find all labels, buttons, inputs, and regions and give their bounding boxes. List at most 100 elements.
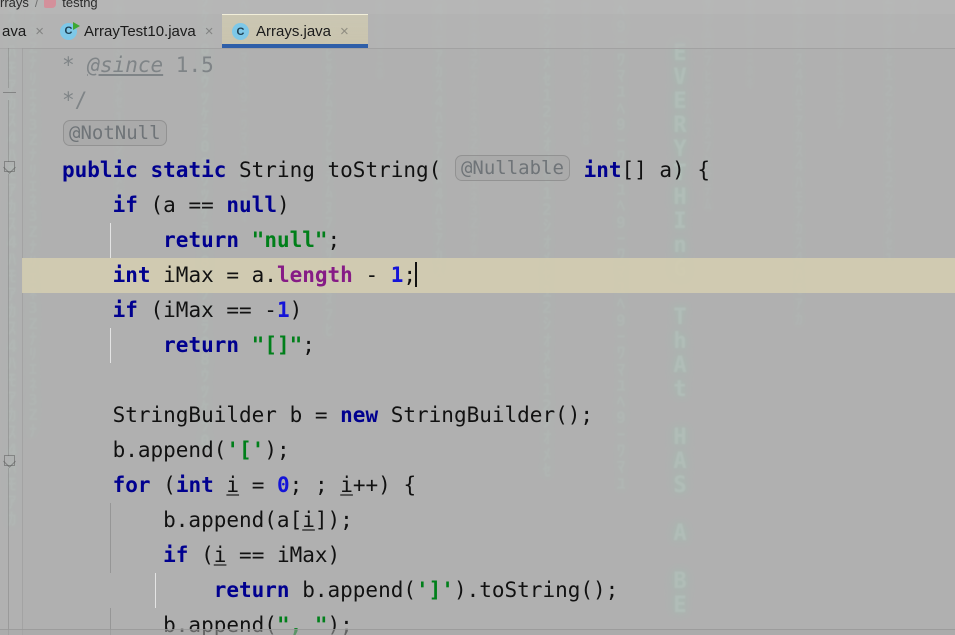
editor-tab-0-label: ava <box>2 22 27 40</box>
code-token: == iMax) <box>226 543 341 567</box>
code-token-cmt: */ <box>62 88 88 112</box>
code-token: b.append(a[ <box>62 508 303 532</box>
breadcrumb[interactable]: rrays / testng <box>0 0 955 14</box>
indent-guide <box>110 328 111 363</box>
fold-expand-icon[interactable] <box>3 160 16 174</box>
code-line[interactable]: if (iMax == -1) <box>22 293 955 328</box>
ide-window: ﾊ ﾓ ｱ ｶ ｽ 4 ﾊ ﾓ ｱ ｶ ｽ 4 ﾊ ﾓ ｱ ｶ ｽ 4 ﾊ ﾓ … <box>0 0 955 635</box>
breadcrumb-item-1[interactable]: testng <box>62 0 97 10</box>
code-token-num: 1 <box>390 263 404 287</box>
code-line-caret[interactable]: int iMax = a.length - 1; <box>22 258 955 293</box>
code-token: ]); <box>314 508 353 532</box>
fold-expand-icon[interactable] <box>3 454 16 468</box>
code-token-str: "[]" <box>251 333 303 357</box>
editor-tab-bar[interactable]: C ava × C ArrayTest10.java × C Arrays.ja… <box>0 14 955 49</box>
code-token-fld: length <box>276 263 353 287</box>
fold-collapse-icon[interactable] <box>3 86 16 99</box>
gutter-rule <box>8 100 9 162</box>
code-token: b.append( <box>289 578 417 602</box>
code-token-kw: public <box>62 158 138 182</box>
code-token-str: ']' <box>416 578 454 602</box>
gutter-rule <box>8 468 9 635</box>
code-token-kw: if <box>112 298 138 322</box>
code-token: ) <box>276 193 290 217</box>
close-icon[interactable]: × <box>340 24 349 39</box>
code-token-ident-u: i <box>340 473 353 497</box>
close-icon[interactable]: × <box>35 24 44 39</box>
text-caret <box>415 262 418 287</box>
code-token: ; <box>327 228 341 252</box>
code-line[interactable]: if (i == iMax) <box>22 538 955 573</box>
indent-guide <box>110 223 111 258</box>
indent-guide <box>110 538 111 573</box>
code-line[interactable]: b.append('['); <box>22 433 955 468</box>
code-line[interactable]: for (int i = 0; ; i++) { <box>22 468 955 503</box>
editor-gutter[interactable] <box>0 48 23 635</box>
java-class-icon: C <box>232 23 249 40</box>
code-line[interactable]: b.append(a[i]); <box>22 503 955 538</box>
code-token-kw: new <box>340 403 379 427</box>
code-token-kw: return <box>163 228 240 252</box>
code-token-kw: int <box>112 263 151 287</box>
code-token-num: 1 <box>276 298 290 322</box>
code-line[interactable]: * @since 1.5 <box>22 48 955 83</box>
code-token: StringBuilder b = <box>62 403 341 427</box>
code-line[interactable] <box>22 363 955 398</box>
folder-icon <box>44 0 57 8</box>
editor-tab-1[interactable]: C ArrayTest10.java × <box>50 14 223 48</box>
code-token-cmt: * <box>62 53 88 77</box>
editor-tab-0[interactable]: C ava × <box>0 14 52 48</box>
code-token: b.append( <box>62 438 227 462</box>
code-line[interactable]: return b.append(']').toString(); <box>22 573 955 608</box>
code-token-kw: return <box>213 578 290 602</box>
code-token: ); <box>264 438 290 462</box>
code-line[interactable]: */ <box>22 83 955 118</box>
code-token-kw: for <box>112 473 151 497</box>
status-bar <box>0 629 955 635</box>
code-token-ident-u: i <box>226 473 240 497</box>
editor-tab-2-active[interactable]: C Arrays.java × <box>222 14 368 48</box>
code-token-ident-u: i <box>302 508 315 532</box>
gutter-rule <box>8 174 9 456</box>
code-token-kw: int <box>175 473 214 497</box>
code-line[interactable]: return "null"; <box>22 223 955 258</box>
code-line[interactable]: if (a == null) <box>22 188 955 223</box>
code-line[interactable]: StringBuilder b = new StringBuilder(); <box>22 398 955 433</box>
gutter-rule <box>8 48 9 88</box>
code-token: - <box>352 263 391 287</box>
java-class-icon: C <box>60 21 80 40</box>
editor-tab-2-label: Arrays.java <box>256 23 332 40</box>
code-token-inlay: @Nullable <box>454 155 570 181</box>
breadcrumb-separator: / <box>34 0 39 10</box>
code-token: ( <box>188 543 214 567</box>
code-token: ) <box>289 298 303 322</box>
breadcrumb-item-0[interactable]: rrays <box>0 0 29 10</box>
code-token-str: '[' <box>226 438 265 462</box>
code-token-kw: return <box>163 333 240 357</box>
code-line[interactable]: @NotNull <box>22 118 955 153</box>
code-token-kw: static <box>150 158 227 182</box>
code-token-num: 0 <box>277 473 290 497</box>
code-line[interactable]: public static String toString( @Nullable… <box>22 153 955 188</box>
code-token-kw: if <box>112 193 138 217</box>
code-editor[interactable]: * @since 1.5 */ @NotNull public static Stri… <box>22 48 955 635</box>
code-token: StringBuilder(); <box>378 403 594 427</box>
code-token: [] a) { <box>621 158 711 182</box>
close-icon[interactable]: × <box>205 24 214 39</box>
code-token-kw: null <box>226 193 277 217</box>
code-token: ; <box>302 333 315 357</box>
code-line[interactable]: return "[]"; <box>22 328 955 363</box>
code-token-cmt-tag: @since <box>87 53 164 77</box>
code-token-kw: int <box>583 158 622 182</box>
code-token-cmt: 1.5 <box>163 53 214 77</box>
code-token-ident-u: i <box>213 543 227 567</box>
